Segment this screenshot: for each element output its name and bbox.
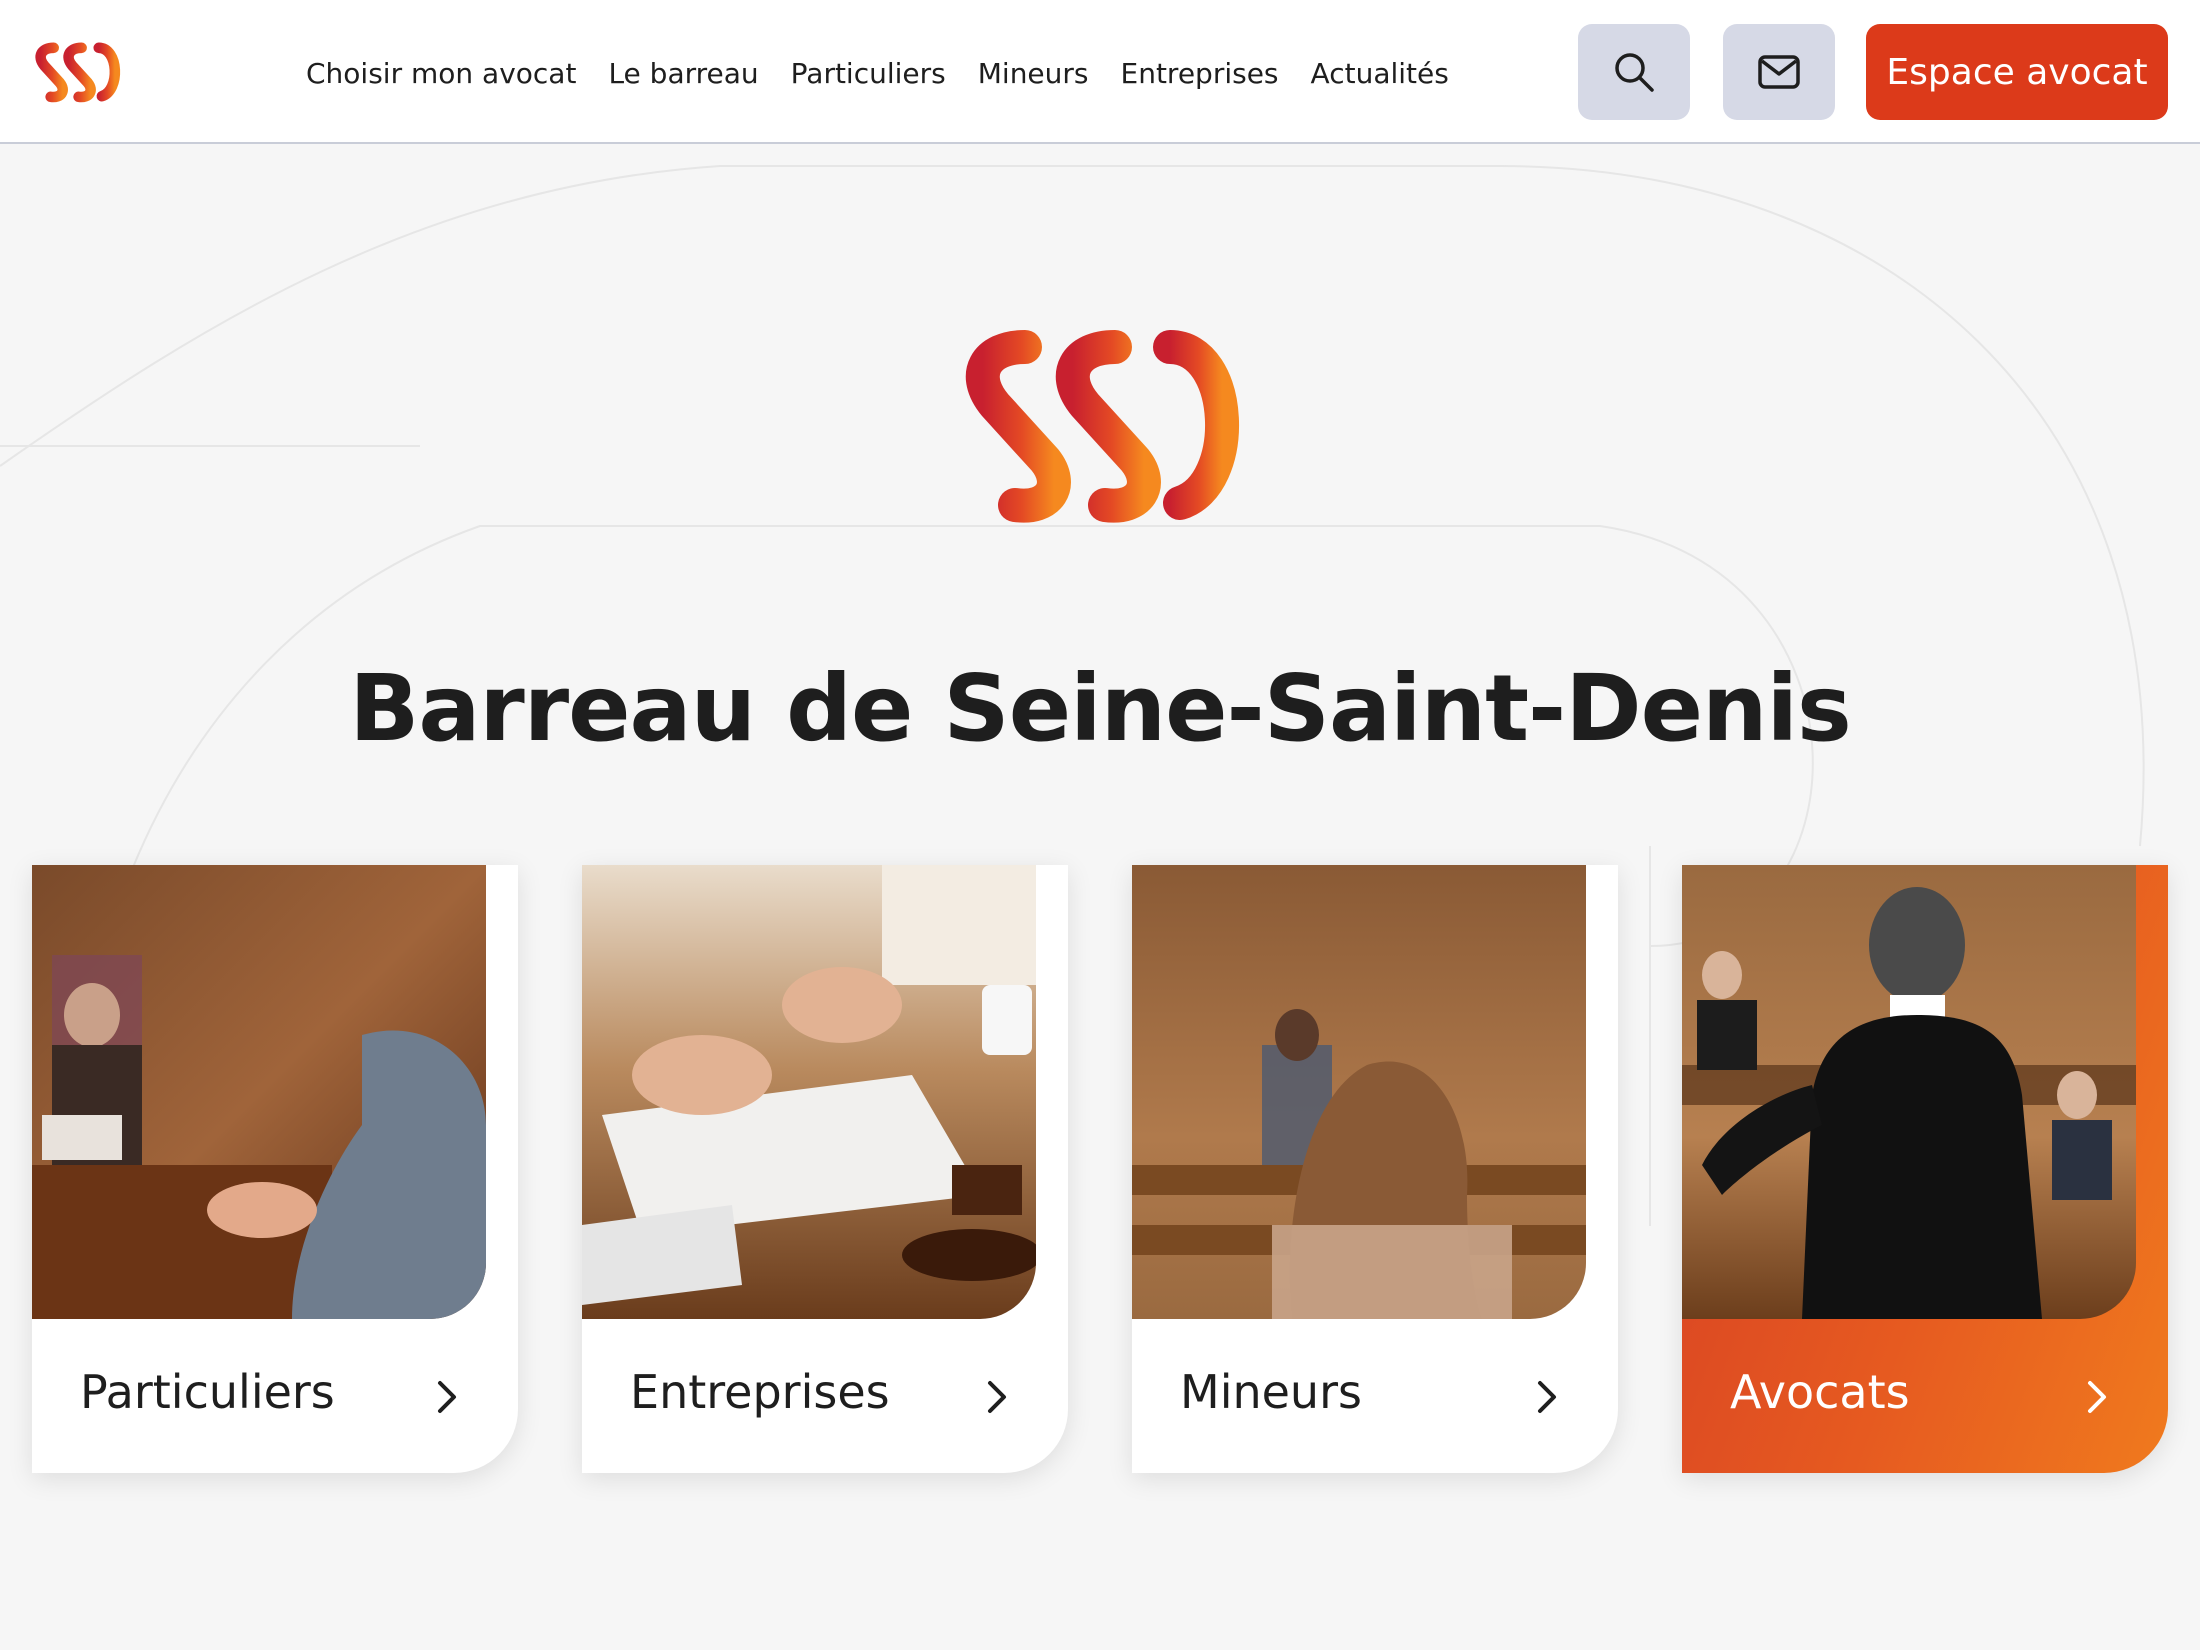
nav-actualites[interactable]: Actualités	[1311, 52, 1449, 96]
nav-particuliers[interactable]: Particuliers	[791, 52, 946, 96]
chevron-right-icon	[2088, 1381, 2106, 1413]
search-icon	[1615, 53, 1654, 92]
chevron-right-icon	[988, 1381, 1006, 1413]
card-particuliers[interactable]: Particuliers	[32, 865, 518, 1473]
contract-signing-gavel-photo	[582, 865, 1036, 1319]
espace-avocat-button[interactable]: Espace avocat	[1866, 24, 2168, 120]
hero-ssd-logo	[965, 330, 1240, 523]
nav-entreprises[interactable]: Entreprises	[1121, 52, 1279, 96]
site-header: Choisir mon avocat Le barreau Particulie…	[0, 0, 2200, 144]
ssd-logo[interactable]	[32, 40, 122, 104]
card-label: Avocats	[1730, 1365, 1910, 1419]
search-button[interactable]	[1578, 24, 1690, 120]
nav-le-barreau[interactable]: Le barreau	[608, 52, 758, 96]
chevron-right-icon	[1538, 1381, 1556, 1413]
courtroom-woman-gesturing-photo	[32, 865, 486, 1319]
chevron-right-icon	[438, 1381, 456, 1413]
card-label: Particuliers	[80, 1365, 335, 1419]
mail-icon	[1758, 55, 1800, 89]
main-nav: Choisir mon avocat Le barreau Particulie…	[306, 52, 1449, 96]
card-avocats[interactable]: Avocats	[1682, 865, 2168, 1473]
nav-mineurs[interactable]: Mineurs	[978, 52, 1089, 96]
card-label: Entreprises	[630, 1365, 890, 1419]
contact-button[interactable]	[1723, 24, 1835, 120]
card-entreprises[interactable]: Entreprises	[582, 865, 1068, 1473]
lawyer-in-robe-photo	[1682, 865, 2136, 1319]
nav-choisir-mon-avocat[interactable]: Choisir mon avocat	[306, 52, 576, 96]
courtroom-girl-seen-from-behind-photo	[1132, 865, 1586, 1319]
card-label: Mineurs	[1180, 1365, 1362, 1419]
page-title: Barreau de Seine-Saint-Denis	[349, 655, 1852, 762]
card-mineurs[interactable]: Mineurs	[1132, 865, 1618, 1473]
